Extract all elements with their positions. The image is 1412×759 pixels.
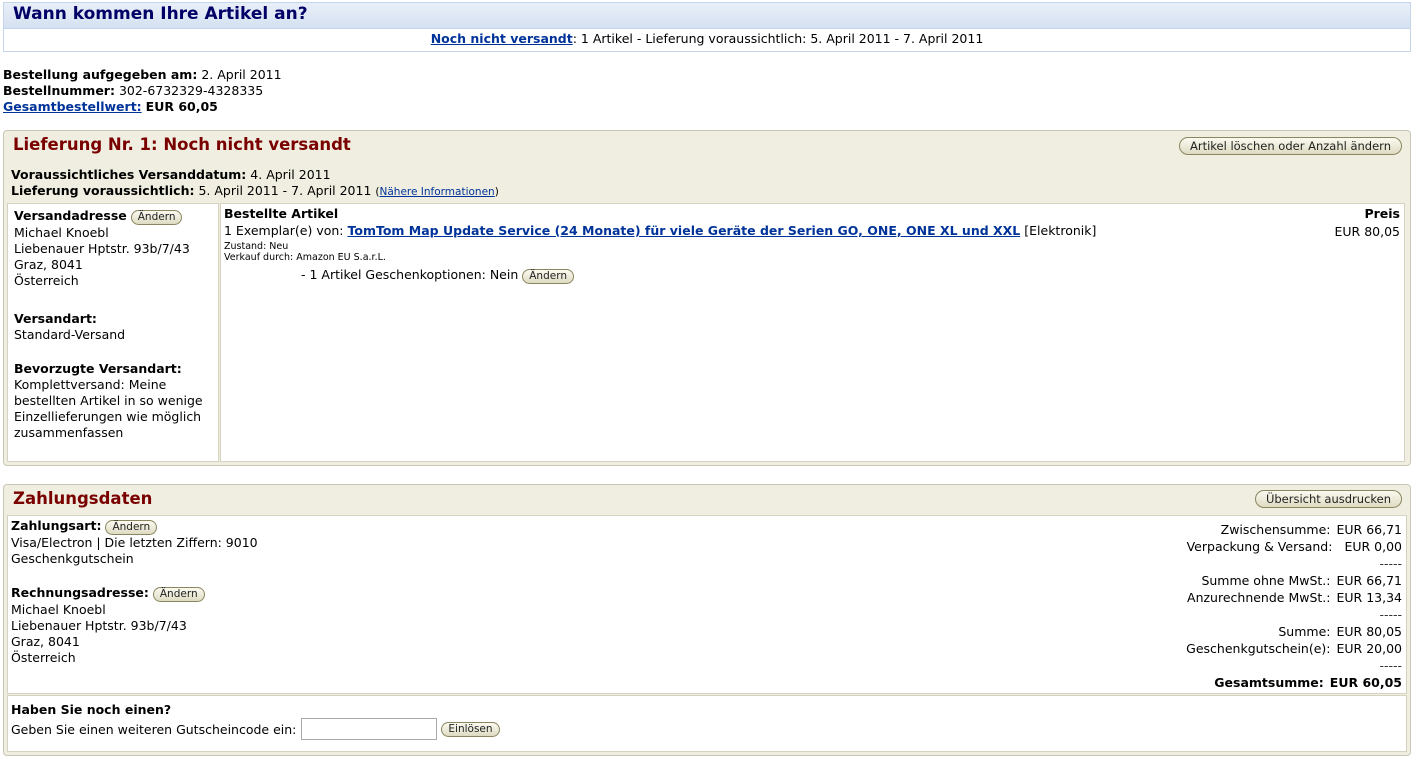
order-total-value: EUR 60,05	[145, 99, 218, 114]
order-totals: Zwischensumme: EUR 66,71 Verpackung & Ver…	[982, 521, 1402, 691]
billing-address-label: Rechnungsadresse:	[11, 585, 149, 600]
preferred-ship-line: zusammenfassen	[14, 425, 124, 440]
delivery-status-header: Wann kommen Ihre Artikel an?	[4, 3, 1410, 29]
shipping-address-line: Michael Knoebl	[14, 225, 109, 240]
preferred-ship-line: Einzellieferungen wie möglich	[14, 409, 202, 424]
subtotal-value: EUR 66,71	[1336, 522, 1403, 537]
gift-options-text: - 1 Artikel Geschenkoptionen: Nein	[301, 267, 519, 282]
eta-label: Lieferung voraussichtlich:	[11, 183, 195, 198]
redeem-button[interactable]: Einlösen	[441, 721, 500, 737]
order-summary: Bestellung aufgegeben am: 2. April 2011 …	[3, 67, 282, 115]
print-summary-button[interactable]: Übersicht ausdrucken	[1254, 490, 1402, 508]
order-total-link[interactable]: Gesamtbestellwert:	[3, 99, 142, 114]
voucher-box: Haben Sie noch einen? Geben Sie einen we…	[7, 695, 1407, 752]
net-sum-value: EUR 66,71	[1336, 573, 1403, 588]
voucher-value: EUR 20,00	[1336, 641, 1403, 656]
eta-value: 5. April 2011 - 7. April 2011	[198, 183, 372, 198]
billing-address-line: Österreich	[11, 650, 76, 665]
change-billing-address-button[interactable]: Ändern	[152, 587, 205, 602]
totals-separator: -----	[1379, 556, 1402, 571]
vat-value: EUR 13,34	[1336, 590, 1403, 605]
item-price: EUR 80,05	[1334, 224, 1401, 239]
change-items-button[interactable]: Artikel löschen oder Anzahl ändern	[1178, 137, 1402, 155]
ordered-items-header: Bestellte Artikel	[224, 206, 339, 221]
preferred-ship-label: Bevorzugte Versandart:	[14, 361, 182, 376]
subtotal-label: Zwischensumme:	[1220, 522, 1331, 537]
item-line: 1 Exemplar(e) von: TomTom Map Update Ser…	[224, 223, 1096, 238]
shipping-address-line: Graz, 8041	[14, 257, 83, 272]
billing-address-line: Graz, 8041	[11, 634, 80, 649]
vat-label: Anzurechnende MwSt.:	[1187, 590, 1331, 605]
item-quantity: 1 Exemplar(e) von:	[224, 223, 344, 238]
more-info-paren-close: )	[494, 186, 499, 198]
change-shipping-address-button[interactable]: Ändern	[130, 210, 183, 225]
totals-separator: -----	[1379, 658, 1402, 673]
delivery-body: Versandadresse Ändern Michael Knoebl Lie…	[7, 203, 1405, 462]
delivery-header: Lieferung Nr. 1: Noch nicht versandt Art…	[4, 131, 1410, 161]
shipping-address-line: Liebenauer Hptstr. 93b/7/43	[14, 241, 190, 256]
voucher-row: Geben Sie einen weiteren Gutscheincode e…	[11, 718, 500, 740]
voucher-label: Geschenkgutschein(e):	[1186, 641, 1331, 656]
delivery-section: Lieferung Nr. 1: Noch nicht versandt Art…	[3, 130, 1411, 466]
order-number-value: 302-6732329-4328335	[118, 83, 264, 98]
payment-method-line: Visa/Electron | Die letzten Ziffern: 901…	[11, 535, 258, 550]
totals-separator: -----	[1379, 607, 1402, 622]
payment-method-line: Geschenkgutschein	[11, 551, 134, 566]
ship-method-value: Standard-Versand	[14, 327, 126, 342]
payment-title: Zahlungsdaten	[13, 489, 153, 508]
more-info-link[interactable]: Nähere Informationen	[380, 186, 495, 198]
item-condition: Zustand: Neu	[224, 241, 289, 252]
preferred-ship-line: bestellten Artikel in so wenige	[14, 393, 203, 408]
payment-details: Zahlungsart: Ändern Visa/Electron | Die …	[11, 518, 258, 666]
price-header: Preis	[1364, 206, 1400, 221]
preferred-ship-line: Komplettversand: Meine	[14, 377, 167, 392]
order-date-label: Bestellung aufgegeben am:	[3, 67, 198, 82]
voucher-prompt: Geben Sie einen weiteren Gutscheincode e…	[11, 721, 297, 737]
change-payment-method-button[interactable]: Ändern	[105, 520, 158, 535]
payment-body: Zahlungsart: Ändern Visa/Electron | Die …	[7, 515, 1407, 694]
sum-label: Summe:	[1278, 624, 1331, 639]
grand-total-label: Gesamtsumme:	[1214, 675, 1324, 690]
net-sum-label: Summe ohne MwSt.:	[1201, 573, 1331, 588]
shipping-address-label: Versandadresse	[14, 208, 127, 223]
grand-total-value: EUR 60,05	[1329, 675, 1402, 690]
payment-section: Zahlungsdaten Übersicht ausdrucken Zahlu…	[3, 484, 1411, 756]
order-date-value: 2. April 2011	[201, 67, 282, 82]
shipping-address-line: Österreich	[14, 273, 79, 288]
ship-date-label: Voraussichtliches Versanddatum:	[11, 167, 247, 182]
billing-address-line: Michael Knoebl	[11, 602, 106, 617]
voucher-code-input[interactable]	[301, 718, 438, 740]
item-category: [Elektronik]	[1024, 223, 1097, 238]
delivery-status-box: Wann kommen Ihre Artikel an? Noch nicht …	[3, 2, 1411, 52]
payment-method-label: Zahlungsart:	[11, 518, 102, 533]
ship-date-value: 4. April 2011	[250, 167, 331, 182]
shipping-status-line: Noch nicht versandt: 1 Artikel - Lieferu…	[4, 31, 1410, 46]
voucher-question: Haben Sie noch einen?	[11, 702, 172, 717]
shipping-info-column: Versandadresse Ändern Michael Knoebl Lie…	[7, 203, 219, 462]
billing-address-line: Liebenauer Hptstr. 93b/7/43	[11, 618, 187, 633]
gift-options-line: - 1 Artikel Geschenkoptionen: Nein Änder…	[301, 267, 574, 284]
delivery-dates: Voraussichtliches Versanddatum: 4. April…	[11, 167, 499, 200]
payment-header: Zahlungsdaten Übersicht ausdrucken	[4, 485, 1410, 515]
not-shipped-link[interactable]: Noch nicht versandt	[431, 31, 573, 46]
ordered-items-column: Bestellte Artikel Preis 1 Exemplar(e) vo…	[220, 203, 1405, 462]
delivery-title: Lieferung Nr. 1: Noch nicht versandt	[13, 135, 351, 154]
order-number-label: Bestellnummer:	[3, 83, 115, 98]
sum-value: EUR 80,05	[1336, 624, 1403, 639]
change-gift-options-button[interactable]: Ändern	[522, 269, 574, 284]
item-title-link[interactable]: TomTom Map Update Service (24 Monate) fü…	[348, 223, 1021, 238]
item-seller: Verkauf durch: Amazon EU S.a.r.L.	[224, 252, 386, 263]
ship-method-label: Versandart:	[14, 311, 97, 326]
shipping-cost-label: Verpackung & Versand:	[1186, 539, 1333, 554]
shipping-status-text: : 1 Artikel - Lieferung voraussichtlich:…	[572, 31, 984, 46]
shipping-cost-value: EUR 0,00	[1344, 539, 1402, 554]
page-title: Wann kommen Ihre Artikel an?	[13, 4, 308, 24]
